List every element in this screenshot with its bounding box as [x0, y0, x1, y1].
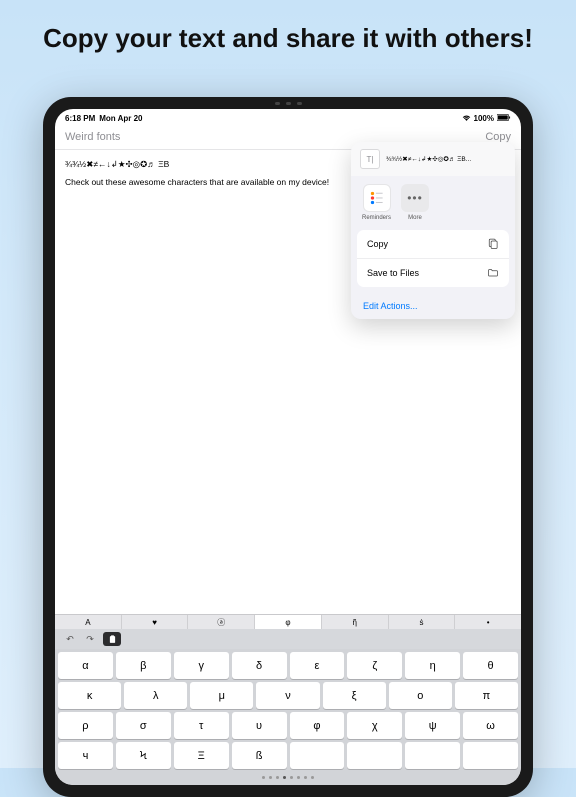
key-γ[interactable]: γ [174, 652, 229, 679]
suggestion-4[interactable]: ῆ [322, 615, 389, 629]
suggestion-bar: A ♥ ⓐ φ ῆ ṡ • [55, 614, 521, 629]
share-sheet: T| ¾¾½✖≠←↓↲★✣◎✪♬ ΞB... Reminders ••• Mor… [351, 142, 515, 319]
share-preview-text: ¾¾½✖≠←↓↲★✣◎✪♬ ΞB... [386, 155, 471, 163]
key-Ξ[interactable]: Ξ [174, 742, 229, 769]
key-φ[interactable]: φ [290, 712, 345, 739]
reminders-icon [363, 184, 391, 212]
status-time: 6:18 PM [65, 114, 95, 123]
key-Ϟ[interactable]: Ϟ [116, 742, 171, 769]
marketing-headline: Copy your text and share it with others! [0, 0, 576, 69]
key-blank[interactable] [347, 742, 402, 769]
suggestion-0[interactable]: A [55, 615, 122, 629]
action-save-to-files[interactable]: Save to Files [357, 259, 509, 287]
key-π[interactable]: π [455, 682, 518, 709]
key-ξ[interactable]: ξ [323, 682, 386, 709]
share-apps-row: Reminders ••• More [351, 176, 515, 230]
suggestion-3[interactable]: φ [255, 615, 322, 629]
wifi-icon [462, 114, 471, 123]
key-ν[interactable]: ν [256, 682, 319, 709]
key-ε[interactable]: ε [290, 652, 345, 679]
share-preview: T| ¾¾½✖≠←↓↲★✣◎✪♬ ΞB... [351, 142, 515, 176]
text-document-icon: T| [360, 149, 380, 169]
key-ρ[interactable]: ρ [58, 712, 113, 739]
device-notch [248, 101, 328, 105]
key-blank[interactable] [405, 742, 460, 769]
share-app-reminders[interactable]: Reminders [362, 184, 391, 221]
more-icon: ••• [401, 184, 429, 212]
key-ψ[interactable]: ψ [405, 712, 460, 739]
suggestion-5[interactable]: ṡ [389, 615, 456, 629]
key-τ[interactable]: τ [174, 712, 229, 739]
battery-icon [497, 114, 511, 123]
status-battery-pct: 100% [474, 114, 494, 123]
key-α[interactable]: α [58, 652, 113, 679]
screen: 6:18 PM Mon Apr 20 100% Weird fonts Copy… [55, 109, 521, 785]
suggestion-2[interactable]: ⓐ [188, 615, 255, 629]
app-label-more: More [408, 215, 422, 221]
key-ζ[interactable]: ζ [347, 652, 402, 679]
share-app-more[interactable]: ••• More [401, 184, 429, 221]
key-δ[interactable]: δ [232, 652, 287, 679]
suggestion-1[interactable]: ♥ [122, 615, 189, 629]
key-η[interactable]: η [405, 652, 460, 679]
key-ο[interactable]: ο [389, 682, 452, 709]
folder-icon [487, 267, 499, 279]
copy-icon [487, 238, 499, 250]
key-grid: αβγδεζηθ κλμνξοπ ρστυφχψω чϞΞß [55, 649, 521, 785]
keyboard: A ♥ ⓐ φ ῆ ṡ • ↶ ↷ αβγδεζηθ κλμνξοπ ρστυφ… [55, 614, 521, 785]
keyboard-toolbar: ↶ ↷ [55, 629, 521, 649]
undo-button[interactable]: ↶ [63, 632, 77, 646]
paste-button[interactable] [103, 632, 121, 646]
key-blank[interactable] [463, 742, 518, 769]
action-copy[interactable]: Copy [357, 230, 509, 259]
app-label-reminders: Reminders [362, 215, 391, 221]
nav-title: Weird fonts [65, 131, 120, 143]
key-κ[interactable]: κ [58, 682, 121, 709]
key-χ[interactable]: χ [347, 712, 402, 739]
action-copy-label: Copy [367, 239, 388, 249]
key-blank[interactable] [290, 742, 345, 769]
key-μ[interactable]: μ [190, 682, 253, 709]
share-actions-list: Copy Save to Files [357, 230, 509, 287]
redo-button[interactable]: ↷ [83, 632, 97, 646]
keyboard-pager [58, 772, 518, 782]
key-ß[interactable]: ß [232, 742, 287, 769]
key-σ[interactable]: σ [116, 712, 171, 739]
key-υ[interactable]: υ [232, 712, 287, 739]
action-save-label: Save to Files [367, 268, 419, 278]
key-θ[interactable]: θ [463, 652, 518, 679]
key-λ[interactable]: λ [124, 682, 187, 709]
suggestion-6[interactable]: • [455, 615, 521, 629]
status-date: Mon Apr 20 [99, 114, 142, 123]
status-bar: 6:18 PM Mon Apr 20 100% [55, 109, 521, 125]
edit-actions-link[interactable]: Edit Actions... [351, 293, 515, 319]
key-β[interactable]: β [116, 652, 171, 679]
key-ω[interactable]: ω [463, 712, 518, 739]
key-ч[interactable]: ч [58, 742, 113, 769]
ipad-frame: 6:18 PM Mon Apr 20 100% Weird fonts Copy… [43, 97, 533, 797]
